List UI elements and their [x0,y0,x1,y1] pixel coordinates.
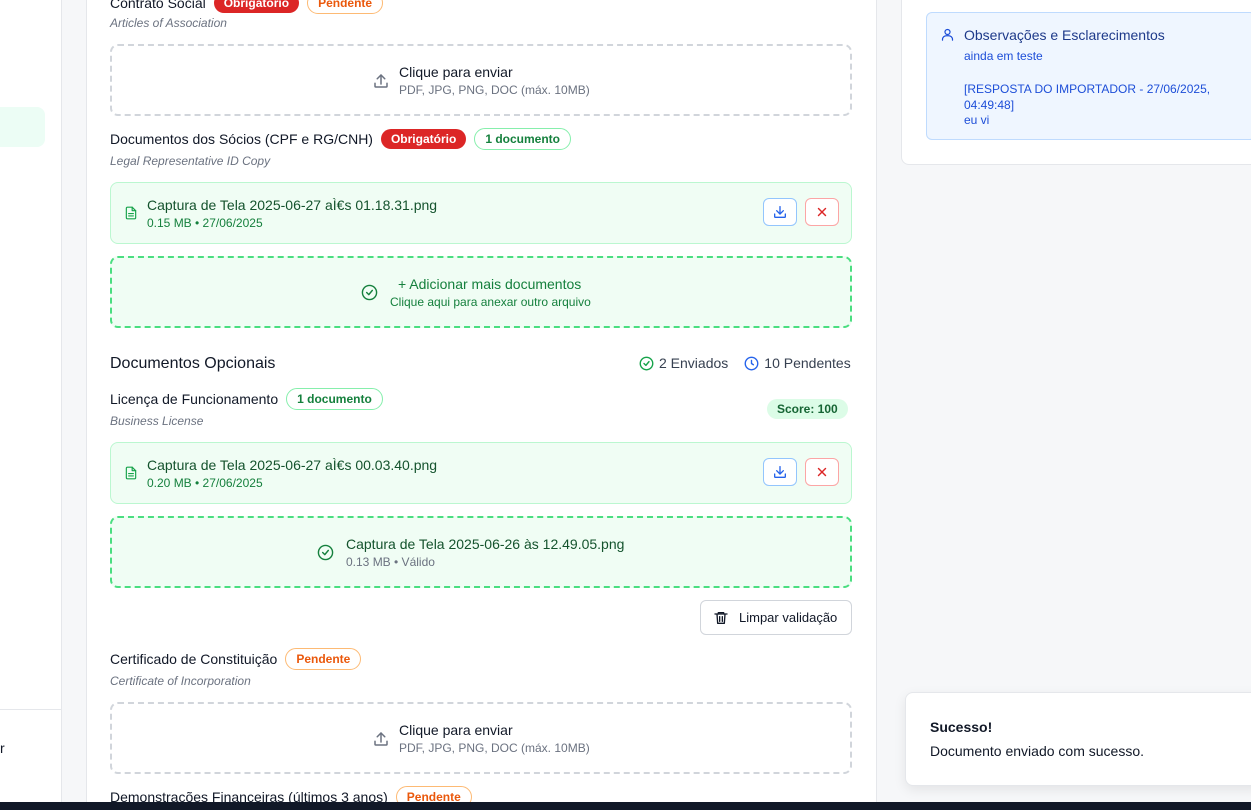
check-circle-icon [361,284,378,306]
observation-response-header: [RESPOSTA DO IMPORTADOR - 27/06/2025, 04… [964,82,1211,112]
uploaded-file-row: Captura de Tela 2025-06-27 aÌ€s 01.18.31… [110,182,852,244]
toast-title: Sucesso! [930,719,993,735]
toast-message: Documento enviado com sucesso. [930,743,1144,759]
upload-hint: PDF, JPG, PNG, DOC (máx. 10MB) [399,741,590,755]
download-button[interactable] [763,458,797,486]
remove-button[interactable] [805,198,839,226]
observations-box: Observações e Esclarecimentos ainda em t… [926,12,1251,140]
pending-count: 10 Pendentes [764,355,851,371]
close-icon [817,467,827,477]
optional-stats: 2 Enviados 10 Pendentes [639,355,851,371]
file-icon [124,465,138,486]
download-icon [774,206,786,218]
file-meta: 0.20 MB • 27/06/2025 [147,476,263,490]
doc-subtitle: Certificate of Incorporation [110,674,251,688]
sent-count: 2 Enviados [659,355,729,371]
pending-badge: Pendente [307,0,384,14]
optional-section-title: Documentos Opcionais [110,355,276,372]
doc-subtitle: Legal Representative ID Copy [110,154,271,168]
doc-title: Certificado de Constituição [110,651,278,667]
licenca-header: Licença de Funcionamento 1 documento [110,388,383,410]
add-more-documents-dropzone[interactable]: + Adicionar mais documentos Clique aqui … [110,256,852,328]
validated-file-name: Captura de Tela 2025-06-26 às 12.49.05.p… [346,536,625,552]
sidebar: r [0,0,62,802]
upload-hint: PDF, JPG, PNG, DOC (máx. 10MB) [399,83,590,97]
required-badge: Obrigatório [213,0,300,13]
upload-dropzone-certificado[interactable]: Clique para enviar PDF, JPG, PNG, DOC (m… [110,702,852,774]
observation-text: ainda em teste [964,49,1043,63]
uploaded-file-row: Captura de Tela 2025-06-27 aÌ€s 00.03.40… [110,442,852,504]
check-circle-icon [639,356,654,370]
upload-title: Clique para enviar [399,722,513,738]
document-count-badge: 1 documento [474,128,571,150]
socios-header: Documentos dos Sócios (CPF e RG/CNH) Obr… [110,128,571,150]
upload-dropzone-contrato[interactable]: Clique para enviar PDF, JPG, PNG, DOC (m… [110,44,852,116]
clock-icon [744,356,759,370]
user-icon [940,27,955,47]
file-meta: 0.15 MB • 27/06/2025 [147,216,263,230]
file-icon [124,205,138,226]
sent-stat: 2 Enviados [639,355,728,371]
validated-file-box: Captura de Tela 2025-06-26 às 12.49.05.p… [110,516,852,588]
close-icon [817,207,827,217]
observation-response-text: eu vi [964,113,990,127]
upload-icon [372,72,390,95]
validated-file-meta: 0.13 MB • Válido [346,555,435,569]
certificado-header: Certificado de Constituição Pendente [110,648,362,670]
doc-title: Licença de Funcionamento [110,391,279,407]
required-badge: Obrigatório [380,129,467,149]
document-count-badge: 1 documento [286,388,383,410]
contrato-header: Contrato Social Obrigatório Pendente [110,0,384,14]
observations-title: Observações e Esclarecimentos [964,27,1165,43]
download-button[interactable] [763,198,797,226]
score-badge: Score: 100 [767,399,848,419]
sidebar-item-active[interactable] [0,107,45,147]
pending-badge: Pendente [285,648,362,670]
sidebar-divider [0,709,62,710]
upload-icon [372,730,390,753]
doc-subtitle: Articles of Association [110,16,227,30]
doc-subtitle: Business License [110,414,204,428]
add-more-hint: Clique aqui para anexar outro arquivo [390,295,591,309]
check-circle-icon [317,544,334,566]
sidebar-footer-item[interactable]: r [0,740,5,756]
clear-validation-label: Limpar validação [739,610,838,625]
remove-button[interactable] [805,458,839,486]
file-name: Captura de Tela 2025-06-27 aÌ€s 00.03.40… [147,457,438,473]
doc-title: Contrato Social [110,0,206,11]
clear-validation-button[interactable]: Limpar validação [700,600,852,635]
add-more-title: + Adicionar mais documentos [398,276,582,292]
file-name: Captura de Tela 2025-06-27 aÌ€s 01.18.31… [147,197,438,213]
success-toast[interactable]: Sucesso! Documento enviado com sucesso. [905,692,1251,786]
upload-title: Clique para enviar [399,64,513,80]
trash-icon [714,611,728,624]
doc-title: Documentos dos Sócios (CPF e RG/CNH) [110,131,373,147]
bottom-bar [0,802,1251,810]
pending-stat: 10 Pendentes [744,355,851,371]
download-icon [774,466,786,478]
